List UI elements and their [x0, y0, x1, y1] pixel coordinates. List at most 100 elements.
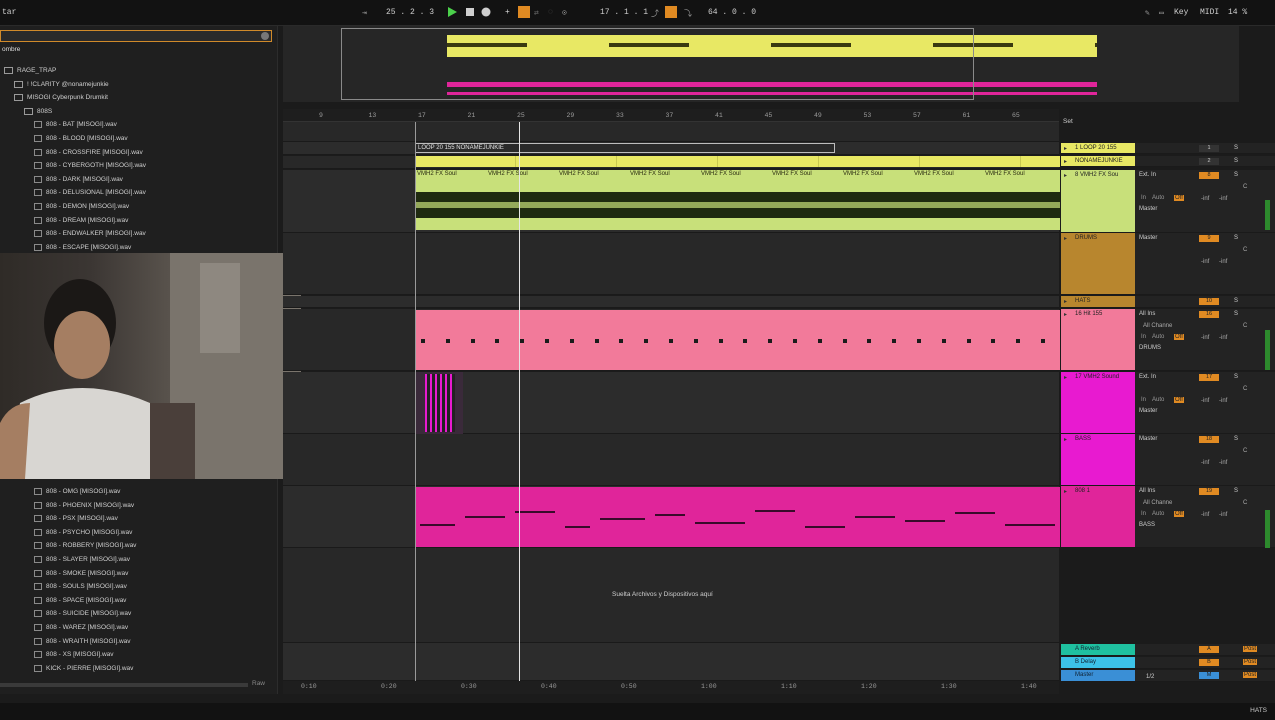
monitor-off-button[interactable]: Off — [1174, 195, 1184, 201]
track-name[interactable]: HATS — [1075, 298, 1091, 304]
browser-scrollbar[interactable] — [0, 683, 248, 687]
set-button[interactable]: Set — [1063, 118, 1073, 125]
browser-folder[interactable]: RAGE_TRAP — [4, 64, 56, 77]
solo-button[interactable]: S — [1234, 311, 1238, 317]
track-name[interactable]: 1 LOOP 20 155 — [1075, 145, 1117, 151]
record-button[interactable] — [480, 6, 492, 18]
browser-file[interactable]: 808 - PSX [MISOGI].wav — [34, 512, 118, 525]
key-map-button[interactable]: Key — [1174, 8, 1188, 17]
browser-file[interactable]: 808 - OMG [MISOGI].wav — [34, 485, 120, 498]
input-channel-select[interactable]: All Channe — [1143, 500, 1172, 506]
browser-file[interactable]: 808 - BAT [MISOGI].wav — [34, 118, 117, 131]
return-track-header[interactable]: A Reverb — [1061, 644, 1135, 656]
punch-out-icon[interactable]: ⤵ — [684, 8, 692, 19]
solo-button[interactable]: S — [1234, 172, 1238, 178]
volume-value[interactable]: -inf — [1201, 512, 1209, 518]
pan-value[interactable]: C — [1243, 500, 1247, 506]
arrangement-position[interactable]: 25 . 2 . 3 — [386, 8, 434, 17]
output-routing-select[interactable]: BASS — [1139, 522, 1155, 528]
input-channel-select[interactable]: All Channe — [1143, 323, 1172, 329]
post-button[interactable]: Post — [1243, 646, 1258, 652]
browser-file[interactable]: 808 - PSYCHO [MISOGI].wav — [34, 526, 132, 539]
fold-arrow-icon[interactable]: ▸ — [1064, 436, 1067, 443]
fold-arrow-icon[interactable]: ▸ — [1064, 158, 1067, 165]
browser-file[interactable]: 808 - ROBBERY [MISOGI].wav — [34, 539, 136, 552]
tap-label[interactable]: tar — [2, 8, 16, 17]
return-track-name[interactable]: Master — [1075, 672, 1093, 678]
track-name[interactable]: NONAMEJUNKIE — [1075, 158, 1123, 164]
monitor-off-button[interactable]: Off — [1174, 334, 1184, 340]
time-ruler[interactable]: 0:10 0:20 0:30 0:40 0:50 1:00 1:10 1:20 1:30 1:40 — [283, 681, 1059, 694]
capture-icon[interactable]: ◌ — [548, 8, 553, 17]
output-routing-select[interactable]: Master — [1139, 206, 1157, 212]
return-track-name[interactable]: A Reverb — [1075, 646, 1100, 652]
browser-column-header[interactable]: ombre — [2, 46, 20, 53]
return-activator-button[interactable]: M — [1199, 672, 1219, 679]
track-name[interactable]: 808 1 — [1075, 488, 1090, 494]
input-type-select[interactable]: All Ins — [1139, 311, 1155, 317]
monitor-in-button[interactable]: In — [1141, 511, 1146, 517]
fold-arrow-icon[interactable]: ▸ — [1064, 235, 1067, 242]
overdub-icon[interactable]: + — [505, 8, 510, 17]
track-activator-button[interactable]: 17 — [1199, 374, 1219, 381]
browser-file[interactable]: 808 - SLAYER [MISOGI].wav — [34, 553, 130, 566]
browser-file[interactable]: 808 - SUICIDE [MISOGI].wav — [34, 607, 131, 620]
pan-value[interactable]: C — [1243, 386, 1247, 392]
track-header[interactable]: ▸ HATS — [1061, 296, 1135, 308]
fold-arrow-icon[interactable]: ▸ — [1064, 298, 1067, 305]
browser-file[interactable]: 808 - SMOKE [MISOGI].wav — [34, 567, 128, 580]
return-activator-button[interactable]: B — [1199, 659, 1219, 666]
volume-value[interactable]: -inf — [1201, 196, 1209, 202]
solo-button[interactable]: S — [1234, 158, 1238, 164]
loop-toggle-button[interactable] — [665, 6, 677, 18]
track-activator-button[interactable]: 16 — [1199, 311, 1219, 318]
track-header[interactable]: ▸ DRUMS — [1061, 233, 1135, 295]
browser-file[interactable]: 808 - DEMON [MISOGI].wav — [34, 200, 129, 213]
browser-file[interactable]: 808 - CROSSFIRE [MISOGI].wav — [34, 146, 143, 159]
browser-file[interactable]: 808 - WRAITH [MISOGI].wav — [34, 635, 131, 648]
browser-file[interactable]: 808 - DREAM [MISOGI].wav — [34, 214, 128, 227]
monitor-off-button[interactable]: Off — [1174, 397, 1184, 403]
monitor-in-button[interactable]: In — [1141, 334, 1146, 340]
loop-start[interactable]: 17 . 1 . 1 — [600, 8, 648, 17]
solo-button[interactable]: S — [1234, 298, 1238, 304]
track-header[interactable]: ▸ BASS — [1061, 434, 1135, 486]
browser-folder[interactable]: 808S — [24, 105, 52, 118]
track-name[interactable]: BASS — [1075, 436, 1091, 442]
browser-search-input[interactable] — [0, 30, 272, 42]
browser-file[interactable]: 808 - ENDWALKER [MISOGI].wav — [34, 227, 146, 240]
track-header[interactable]: ▸ 16 Hit 155 — [1061, 309, 1135, 371]
browser-file[interactable]: KICK - PIERRE [MISOGI].wav — [34, 662, 133, 675]
volume-value[interactable]: -inf — [1201, 398, 1209, 404]
track-header[interactable]: ▸ 17 VMH2 Sound — [1061, 372, 1135, 434]
browser-file[interactable]: 808 - DELUSIONAL [MISOGI].wav — [34, 186, 146, 199]
monitor-in-button[interactable]: In — [1141, 397, 1146, 403]
track-activator-button[interactable]: 19 — [1199, 488, 1219, 495]
playhead[interactable] — [519, 122, 520, 682]
track-activator-button[interactable]: 1 — [1199, 145, 1219, 152]
track-name[interactable]: 8 VMH2 FX Sou — [1075, 172, 1118, 178]
pan-value[interactable]: C — [1243, 184, 1247, 190]
close-icon[interactable] — [261, 32, 269, 40]
vmh2-sound-clip[interactable] — [415, 372, 463, 434]
volume-value[interactable]: -inf — [1201, 259, 1209, 265]
session-record-icon[interactable]: ⊙ — [562, 8, 567, 18]
return-track-name[interactable]: B Delay — [1075, 659, 1096, 665]
track-lane[interactable] — [283, 233, 1059, 295]
return-track-header[interactable]: B Delay — [1061, 657, 1135, 669]
stop-button[interactable] — [464, 6, 476, 18]
track-name[interactable]: 16 Hit 155 — [1075, 311, 1102, 317]
monitor-in-button[interactable]: In — [1141, 195, 1146, 201]
output-routing-select[interactable]: Master — [1139, 436, 1157, 442]
draw-mode-icon[interactable]: ✎ — [1145, 8, 1150, 18]
fold-arrow-icon[interactable]: ▸ — [1064, 311, 1067, 318]
monitor-auto-button[interactable]: Auto — [1152, 511, 1164, 517]
hats-clip[interactable] — [415, 310, 1060, 370]
automation-arm-button[interactable] — [518, 6, 530, 18]
solo-button[interactable]: S — [1234, 488, 1238, 494]
audio-clip-vmh2[interactable]: VMH2 FX Soul VMH2 FX Soul VMH2 FX Soul VMH2… — [415, 170, 1060, 230]
follow-icon[interactable]: ⇥ — [362, 8, 367, 18]
track-lane[interactable] — [283, 643, 1059, 681]
solo-button[interactable]: S — [1234, 235, 1238, 241]
browser-folder[interactable]: MISOGI Cyberpunk Drumkit — [14, 91, 108, 104]
